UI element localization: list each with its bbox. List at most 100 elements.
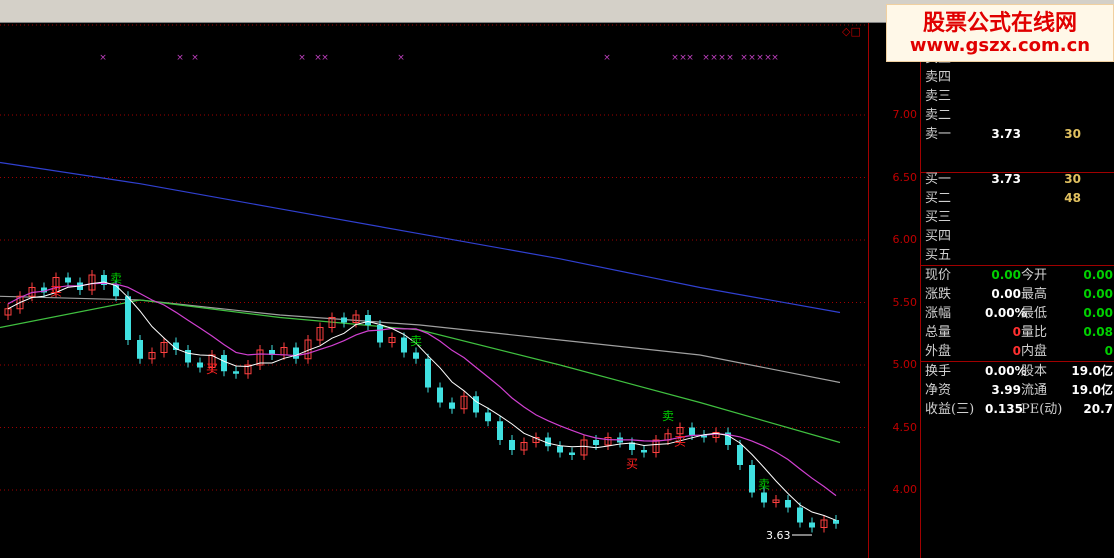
signal-marker: × — [748, 53, 756, 63]
kline-svg: × × × × × × × × × × × × × × × × × × × ×卖卖卖卖买买买买3.63 — [0, 24, 868, 542]
sell-row: 卖四 — [923, 68, 1113, 87]
ma-line-white — [7, 281, 837, 521]
diamond-square-icon[interactable]: ◇□ — [842, 25, 861, 38]
price-tick-label: 5.50 — [892, 295, 918, 309]
stat-row: 净资 3.99 流通 19.0亿 — [923, 381, 1113, 400]
candle-body — [509, 440, 515, 450]
signal-marker: × — [298, 53, 306, 63]
candle-body — [65, 277, 71, 283]
stat-label: 外盘 — [925, 344, 952, 359]
candle-body — [233, 371, 239, 374]
buy-row: 买三 — [923, 208, 1113, 227]
candle-body — [749, 465, 755, 493]
kline-chart[interactable]: × × × × × × × × × × × × × × × × × × × × 卖卖卖卖买买买买 3.63 — [0, 23, 868, 558]
candle-body — [401, 337, 407, 353]
buy-volume: 30 — [1064, 172, 1081, 186]
ma-line-blue — [0, 161, 841, 314]
candle-body — [737, 445, 743, 465]
price-tick-label: 4.50 — [892, 420, 918, 434]
price-axis: 7.00 6.50 6.00 5.50 5.00 4.50 4.00 — [868, 23, 921, 558]
watermark-title: 股票公式在线网 — [922, 11, 1077, 36]
buy-signal: 买 — [626, 457, 638, 471]
candle-body — [689, 427, 695, 435]
stat-value: 0.08 — [1083, 325, 1113, 339]
candle-body — [593, 440, 599, 445]
sell-row: 卖一 3.73 30 — [923, 125, 1113, 144]
buy-signal: 买 — [50, 285, 62, 299]
stat-value: 0.00% — [985, 364, 1027, 378]
signal-marker: × — [99, 53, 107, 63]
signal-marker: × — [176, 53, 184, 63]
low-price-label: 3.63 — [766, 529, 791, 542]
buy-row: 买五 — [923, 246, 1113, 265]
signal-marker: × — [726, 53, 734, 63]
candle-body — [377, 325, 383, 343]
candle-body — [641, 450, 647, 453]
buy-level-label: 买二 — [925, 191, 952, 206]
stat-label: 净资 — [925, 383, 952, 398]
quote-panel: 委比44.44%委差48卖五卖四卖三卖二卖一3.7330买一3.7330买二48… — [920, 23, 1114, 558]
candle-body — [833, 520, 839, 524]
price-tick-label: 7.00 — [892, 108, 918, 121]
signal-marker: × — [771, 53, 779, 63]
candle-body — [473, 396, 479, 413]
candle-body — [365, 315, 371, 325]
sell-level-label: 卖三 — [925, 89, 952, 104]
stat-row: 外盘 0 内盘 0 — [923, 342, 1113, 361]
sell-volume: 30 — [1064, 127, 1081, 141]
signal-marker: × — [702, 53, 710, 63]
price-tick-label: 4.00 — [892, 483, 918, 496]
sell-level-label: 卖二 — [925, 108, 952, 123]
stat-row: 总量 0 量比 0.08 — [923, 323, 1113, 342]
sell-level-label: 卖一 — [925, 127, 952, 142]
stat-value: 20.7 — [1083, 402, 1113, 416]
price-tick-label: 6.00 — [892, 233, 918, 246]
sell-level-label: 卖四 — [925, 70, 952, 85]
candle-body — [569, 452, 575, 455]
buy-signal: 买 — [206, 362, 218, 376]
candle-body — [113, 285, 119, 297]
candle-body — [437, 387, 443, 403]
stat-row: 现价 0.00 今开 0.00 — [923, 266, 1113, 285]
candle-body — [293, 347, 299, 359]
stat-row: 收益(三) 0.135 PE(动) 20.7 — [923, 400, 1113, 419]
signal-marker: × — [718, 53, 726, 63]
stat-row: 换手 0.00% 股本 19.0亿 — [923, 362, 1113, 381]
ma-line-magenta — [7, 282, 837, 497]
price-tick-label: 6.50 — [892, 170, 918, 184]
sell-signal: 卖 — [758, 478, 770, 492]
signal-marker: × — [686, 53, 694, 63]
candle-body — [125, 296, 131, 340]
candle-body — [497, 421, 503, 440]
stat-value: 0.00 — [991, 287, 1021, 301]
stat-value: 0.00 — [991, 268, 1021, 282]
stat-label: 换手 — [925, 364, 952, 379]
buy-level-label: 买三 — [925, 210, 952, 225]
stat-label: 现价 — [925, 268, 952, 283]
stat-value: 0.00 — [1083, 287, 1113, 301]
signal-marker: × — [671, 53, 679, 63]
stat-value: 0.00 — [1083, 268, 1113, 282]
sell-signal: 卖 — [410, 334, 422, 348]
sell-signal: 卖 — [110, 271, 122, 285]
stat-value: 0 — [1012, 325, 1021, 339]
stat-value: 19.0亿 — [1071, 364, 1113, 378]
watermark-url: www.gszx.com.cn — [909, 35, 1091, 56]
stat-label: 涨跌 — [925, 287, 952, 302]
candle-body — [485, 412, 491, 422]
buy-volume: 48 — [1064, 191, 1081, 205]
stat-value: 0.00 — [1083, 306, 1113, 320]
candle-body — [785, 500, 791, 508]
candle-body — [797, 507, 803, 523]
buy-row: 买一 3.73 30 — [923, 170, 1113, 189]
signal-marker: × — [756, 53, 764, 63]
buy-row: 买二 48 — [923, 189, 1113, 208]
candle-body — [425, 358, 431, 388]
buy-signal: 买 — [674, 435, 686, 449]
candle-body — [197, 362, 203, 368]
candle-body — [137, 340, 143, 359]
candle-body — [185, 350, 191, 363]
candle-body — [449, 402, 455, 409]
sell-signal: 卖 — [662, 409, 674, 423]
buy-level-label: 买一 — [925, 172, 952, 187]
